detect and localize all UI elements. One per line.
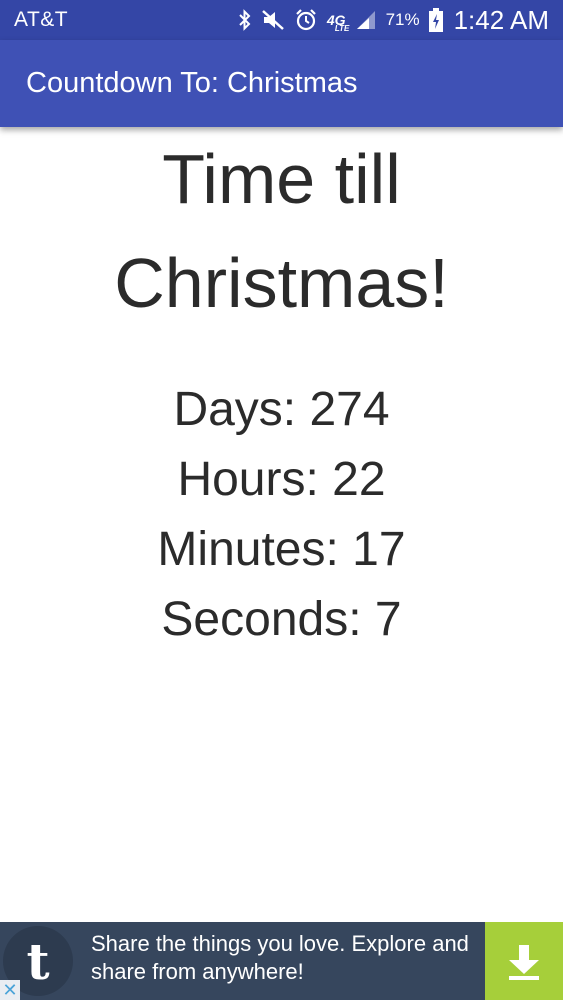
- headline: Time till Christmas!: [0, 127, 563, 335]
- app-title: Countdown To: Christmas: [26, 67, 358, 99]
- app-bar: Countdown To: Christmas: [0, 40, 563, 127]
- ad-text[interactable]: Share the things you love. Explore and s…: [91, 930, 481, 986]
- ad-download-button[interactable]: [485, 922, 563, 1000]
- signal-icon: [355, 10, 377, 30]
- counter-list: Days: 274 Hours: 22 Minutes: 17 Seconds:…: [0, 375, 563, 655]
- status-icons: 4G LTE 71% 1:42 AM: [238, 5, 549, 36]
- download-icon: [509, 945, 539, 980]
- battery-percent: 71%: [385, 10, 420, 29]
- ad-close-icon[interactable]: ✕: [0, 980, 20, 1000]
- network-4g-lte-icon: 4G LTE: [327, 13, 350, 33]
- seconds-counter: Seconds: 7: [161, 593, 402, 646]
- status-bar: AT&T 4G LTE 71% 1:42 AM: [0, 0, 563, 40]
- mute-icon: [261, 9, 285, 31]
- status-time: 1:42 AM: [453, 4, 549, 35]
- alarm-icon: [294, 8, 318, 32]
- ad-banner[interactable]: t ✕ Share the things you love. Explore a…: [0, 922, 563, 1000]
- countdown-content: Time till Christmas! Days: 274 Hours: 22…: [0, 127, 563, 655]
- minutes-counter: Minutes: 17: [157, 523, 406, 576]
- carrier-label: AT&T: [14, 8, 69, 31]
- days-counter: Days: 274: [173, 383, 390, 436]
- battery-charging-icon: [428, 8, 443, 32]
- headline-line-2: Christmas!: [114, 244, 449, 322]
- bluetooth-icon: [238, 9, 252, 31]
- network-sub-label: LTE: [334, 24, 350, 33]
- hours-counter: Hours: 22: [177, 453, 386, 506]
- screen: AT&T 4G LTE 71% 1:42 AM Countdown To: Ch…: [0, 0, 563, 1000]
- headline-line-1: Time till: [162, 140, 401, 218]
